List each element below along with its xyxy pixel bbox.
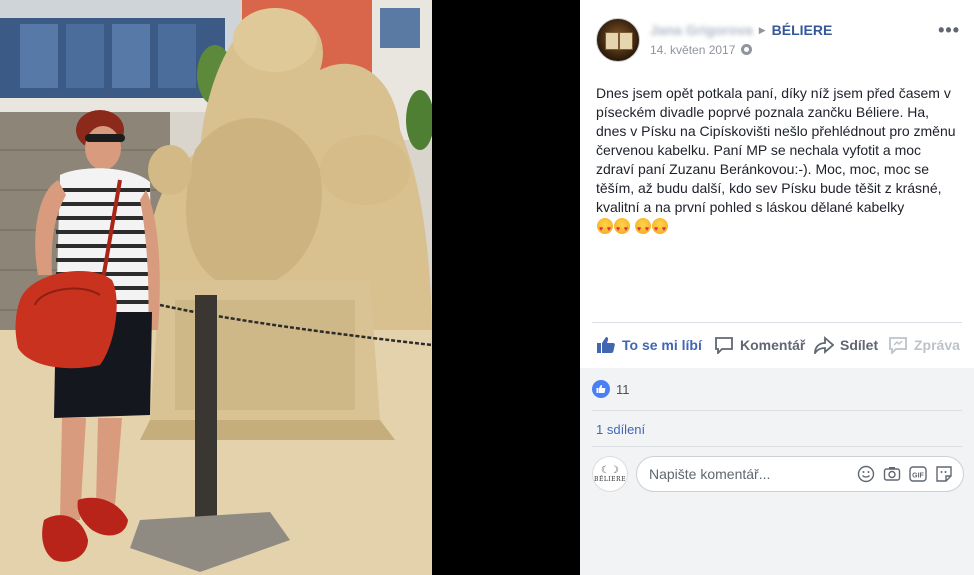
avatar-brand: BĚLIERE (594, 475, 626, 483)
message-label: Zpráva (914, 337, 960, 353)
page-name-link[interactable]: BÉLIERE (772, 22, 833, 38)
comment-composer: ☾☽ BĚLIERE GIF (592, 456, 964, 492)
shares-count[interactable]: 1 sdílení (596, 422, 645, 437)
photo-image (0, 0, 432, 575)
comment-tools: GIF (857, 465, 953, 483)
post-photo[interactable] (0, 0, 432, 575)
divider (592, 322, 962, 323)
post-text: Dnes jsem opět potkala paní, díky níž js… (596, 85, 956, 215)
likes-count: 11 (616, 381, 630, 397)
comment-label: Komentář (740, 337, 806, 353)
divider (592, 446, 962, 447)
author-name[interactable]: Jana Grigorova (650, 22, 753, 38)
arrow-right-icon: ▶ (758, 25, 766, 35)
share-label: Sdílet (840, 337, 879, 353)
emoji-group (596, 218, 668, 239)
comment-icon (715, 337, 733, 354)
post-panel: Jana Grigorova ▶ BÉLIERE 14. květen 2017 •… (580, 0, 974, 575)
heart-eyes-emoji-icon (635, 218, 651, 239)
share-icon (814, 336, 834, 354)
thumbs-up-icon (597, 337, 615, 353)
heart-eyes-emoji-icon (614, 218, 630, 239)
sticker-icon[interactable] (935, 465, 953, 483)
post-meta: 14. květen 2017 (650, 43, 753, 57)
page-avatar[interactable] (596, 18, 640, 62)
gif-icon[interactable]: GIF (909, 465, 927, 483)
post-actions: To se mi líbí Komentář Sdílet Zpráva (596, 331, 964, 359)
more-options-button[interactable]: ••• (938, 20, 960, 41)
heart-eyes-emoji-icon (652, 218, 668, 239)
post-message: Dnes jsem opět potkala paní, díky níž js… (596, 84, 961, 239)
message-button[interactable]: Zpráva (888, 331, 960, 359)
like-label: To se mi líbí (622, 337, 702, 353)
post-date[interactable]: 14. květen 2017 (650, 43, 735, 57)
lightbox-background (432, 0, 580, 575)
camera-icon[interactable] (883, 465, 901, 483)
like-button[interactable]: To se mi líbí (596, 331, 702, 359)
like-reaction-icon (592, 380, 610, 398)
comment-input[interactable] (649, 457, 849, 491)
heart-eyes-emoji-icon (597, 218, 613, 239)
social-section: 11 1 sdílení ☾☽ BĚLIERE GIF (580, 368, 974, 575)
book-icon (605, 32, 633, 50)
comment-button[interactable]: Komentář (714, 331, 805, 359)
reactions-count[interactable]: 11 (592, 380, 630, 398)
divider (592, 410, 962, 411)
svg-text:GIF: GIF (912, 473, 924, 480)
post-header: Jana Grigorova ▶ BÉLIERE 14. květen 2017 •… (596, 18, 962, 62)
comment-input-box[interactable]: GIF (636, 456, 964, 492)
emoji-icon[interactable] (857, 465, 875, 483)
message-icon (889, 337, 907, 354)
ram-logo-icon: ☾☽ (601, 464, 619, 476)
globe-icon (741, 44, 753, 55)
share-button[interactable]: Sdílet (814, 331, 878, 359)
commenter-avatar[interactable]: ☾☽ BĚLIERE (592, 456, 628, 492)
author-line: Jana Grigorova ▶ BÉLIERE (650, 22, 832, 38)
